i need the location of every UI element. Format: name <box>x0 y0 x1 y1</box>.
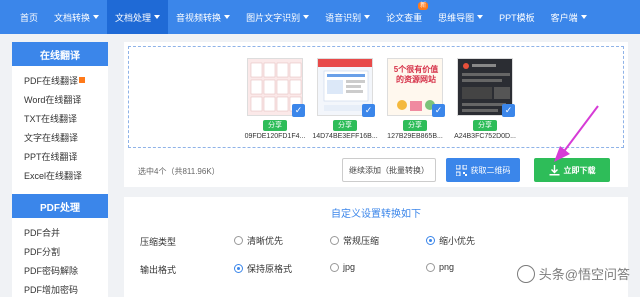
nav-doc-convert[interactable]: 文档转换 <box>46 0 107 34</box>
file-card[interactable]: ✓ 分享 09FDE120FD1F4... <box>245 58 305 160</box>
nav-av-convert-label: 音视频转换 <box>176 12 222 23</box>
nav-speech[interactable]: 语音识别 <box>317 0 378 34</box>
hot-badge: 新 <box>418 2 429 10</box>
nav-mindmap[interactable]: 思维导图 <box>430 0 491 34</box>
file-name: 14D74BE3EFF16B... <box>312 133 378 140</box>
chevron-down-icon <box>580 15 587 19</box>
radio-icon <box>426 262 435 272</box>
selected-count: 选中4个（共811.96K） <box>138 167 220 176</box>
nav-doc-process-label: 文档处理 <box>115 12 152 23</box>
nav-thesis-check[interactable]: 论文查重 新 <box>378 0 430 34</box>
nav-client-label: 客户端 <box>550 12 578 23</box>
annotation-arrow-icon <box>554 105 599 162</box>
file-card[interactable]: 5个很有价值的资源网站 ✓ 分享 127B29EB865B... <box>387 58 445 160</box>
share-button[interactable]: 分享 <box>333 120 357 131</box>
radio-clarity-first[interactable]: 清晰优先 <box>234 234 283 247</box>
radio-icon <box>330 262 339 272</box>
settings-title: 自定义设置转换如下 <box>331 209 421 220</box>
nav-mindmap-label: 思维导图 <box>438 12 475 23</box>
nav-av-convert[interactable]: 音视频转换 <box>168 0 238 34</box>
nav-doc-process[interactable]: 文档处理 <box>107 0 169 34</box>
radio-label: png <box>439 262 455 272</box>
get-qrcode-label: 获取二维码 <box>470 165 511 175</box>
output-format-label: 输出格式 <box>140 265 177 275</box>
sidebar-item-text-translate[interactable]: 文字在线翻译 <box>24 129 108 148</box>
radio-png[interactable]: png <box>426 262 454 272</box>
download-now-label: 立即下载 <box>563 165 596 175</box>
radio-smaller-first[interactable]: 缩小优先 <box>426 234 475 247</box>
watermark-text: 头条@悟空问答 <box>538 267 630 282</box>
sidebar-item-label: PDF在线翻译 <box>24 76 79 86</box>
radio-label: jpg <box>343 262 356 272</box>
share-button[interactable]: 分享 <box>473 120 497 131</box>
sidebar-item-ppt-translate[interactable]: PPT在线翻译 <box>24 148 108 167</box>
chevron-down-icon <box>93 15 100 19</box>
radio-label: 保持原格式 <box>247 264 293 274</box>
hot-tag-icon <box>79 77 86 83</box>
share-button[interactable]: 分享 <box>263 120 287 131</box>
sidebar-item-pdf-split[interactable]: PDF分割 <box>24 243 108 262</box>
radio-normal-compress[interactable]: 常规压缩 <box>330 234 379 247</box>
sidebar: 在线翻译 PDF在线翻译 Word在线翻译 TXT在线翻译 文字在线翻译 PPT… <box>12 42 108 297</box>
radio-icon <box>234 264 243 273</box>
file-card[interactable]: ✓ 分享 A24B3FC752D0D... <box>454 58 516 160</box>
nav-ocr[interactable]: 图片文字识别 <box>238 0 317 34</box>
chevron-down-icon <box>224 15 231 19</box>
sidebar-item-pdf-merge[interactable]: PDF合并 <box>24 224 108 243</box>
sidebar-item-excel-translate[interactable]: Excel在线翻译 <box>24 167 108 186</box>
get-qrcode-button[interactable]: 获取二维码 <box>446 158 520 182</box>
radio-keep-format[interactable]: 保持原格式 <box>234 262 292 275</box>
download-icon <box>549 164 559 175</box>
radio-label: 清晰优先 <box>247 236 284 246</box>
sidebar-section-translate: 在线翻译 <box>12 42 108 66</box>
nav-ppt-label: PPT模板 <box>499 12 535 23</box>
file-name: A24B3FC752D0D... <box>454 133 516 140</box>
radio-icon <box>330 236 339 245</box>
checkmark-icon[interactable]: ✓ <box>432 104 445 117</box>
sidebar-item-word-translate[interactable]: Word在线翻译 <box>24 91 108 110</box>
nav-ppt[interactable]: PPT模板 <box>491 0 543 34</box>
sidebar-item-txt-translate[interactable]: TXT在线翻译 <box>24 110 108 129</box>
nav-ocr-label: 图片文字识别 <box>246 12 301 23</box>
sidebar-list-translate: PDF在线翻译 Word在线翻译 TXT在线翻译 文字在线翻译 PPT在线翻译 … <box>12 66 108 190</box>
sidebar-section-pdf: PDF处理 <box>12 194 108 218</box>
watermark: 头条@悟空问答 <box>516 264 630 283</box>
nav-home[interactable]: 首页 <box>12 0 46 34</box>
checkmark-icon[interactable]: ✓ <box>502 104 515 117</box>
add-more-button[interactable]: 继续添加（批量转换） <box>342 158 436 182</box>
nav-doc-convert-label: 文档转换 <box>54 12 91 23</box>
chevron-down-icon <box>477 15 484 19</box>
chevron-down-icon <box>154 15 161 19</box>
file-name: 09FDE120FD1F4... <box>244 133 306 140</box>
compress-type-label: 压缩类型 <box>140 237 177 247</box>
checkmark-icon[interactable]: ✓ <box>362 104 375 117</box>
top-nav: 首页 文档转换 文档处理 音视频转换 图片文字识别 语音识别 论文查重 新 思维导… <box>0 0 640 34</box>
radio-label: 常规压缩 <box>343 236 380 246</box>
sidebar-list-pdf: PDF合并 PDF分割 PDF密码解除 PDF增加密码 <box>12 218 108 297</box>
file-card[interactable]: ✓ 分享 14D74BE3EFF16B... <box>312 58 378 160</box>
nav-client[interactable]: 客户端 <box>543 0 595 34</box>
share-button[interactable]: 分享 <box>403 120 427 131</box>
radio-label: 缩小优先 <box>439 236 476 246</box>
file-name: 127B29EB865B... <box>387 133 443 140</box>
radio-icon <box>234 236 243 245</box>
nav-thesis-check-label: 论文查重 <box>386 12 423 23</box>
qrcode-icon <box>455 164 467 176</box>
nav-speech-label: 语音识别 <box>325 12 362 23</box>
chevron-down-icon <box>303 15 310 19</box>
radio-jpg[interactable]: jpg <box>330 262 355 272</box>
nav-home-label: 首页 <box>20 12 39 23</box>
radio-icon <box>426 236 435 245</box>
sidebar-item-pdf-unlock[interactable]: PDF密码解除 <box>24 262 108 281</box>
sidebar-item-pdf-translate[interactable]: PDF在线翻译 <box>24 72 108 91</box>
chevron-down-icon <box>364 15 371 19</box>
wukong-logo-icon <box>516 264 535 283</box>
checkmark-icon[interactable]: ✓ <box>292 104 305 117</box>
sidebar-item-pdf-encrypt[interactable]: PDF增加密码 <box>24 281 108 297</box>
